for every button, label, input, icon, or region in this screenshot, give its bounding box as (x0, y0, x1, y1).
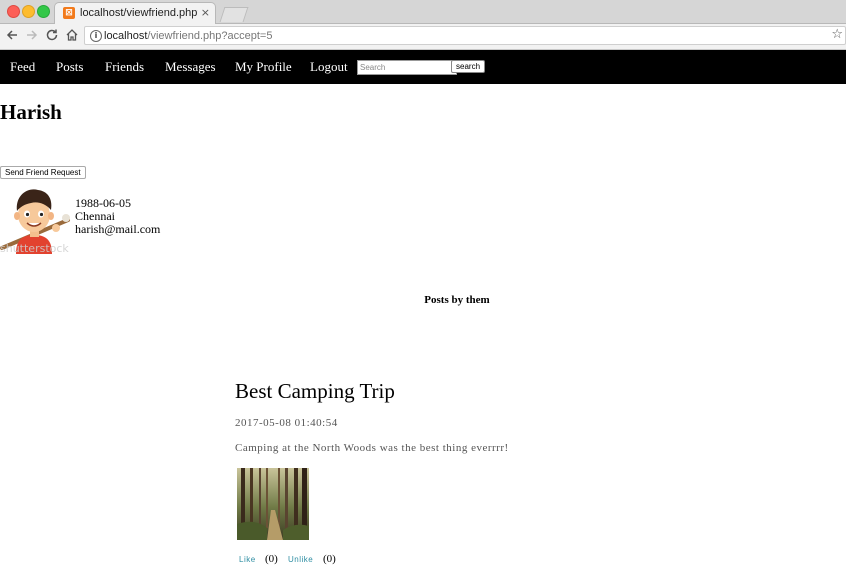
avatar: shutterstock (0, 189, 70, 254)
nav-my-profile-link[interactable]: My Profile (235, 59, 292, 75)
maximize-window-button[interactable] (37, 5, 50, 18)
browser-tab[interactable]: ⊠ localhost/viewfriend.php?accept=5 × (54, 2, 216, 24)
browser-tab-bar: ⊠ localhost/viewfriend.php?accept=5 × (0, 0, 846, 24)
nav-posts-link[interactable]: Posts (56, 59, 83, 75)
favicon-icon: ⊠ (63, 7, 75, 19)
post-title: Best Camping Trip (235, 379, 395, 403)
minimize-window-button[interactable] (22, 5, 35, 18)
forward-icon[interactable] (25, 28, 39, 46)
close-window-button[interactable] (7, 5, 20, 18)
back-icon[interactable] (5, 28, 19, 46)
site-navbar: Feed Posts Friends Messages My Profile L… (0, 50, 846, 84)
send-friend-request-button[interactable]: Send Friend Request (0, 166, 86, 179)
address-url: localhost/viewfriend.php?accept=5 (104, 30, 273, 42)
info-icon[interactable]: i (90, 30, 102, 42)
like-link[interactable]: Like (239, 554, 256, 565)
star-icon[interactable]: ☆ (831, 27, 843, 43)
unlike-count: (0) (323, 553, 336, 565)
avatar-watermark: shutterstock (0, 242, 69, 254)
nav-feed-link[interactable]: Feed (10, 59, 35, 75)
profile-email: harish@mail.com (75, 222, 161, 236)
like-count: (0) (265, 553, 278, 565)
profile-info: 1988-06-05 Chennai harish@mail.com (75, 197, 160, 236)
post-image (237, 468, 309, 540)
reload-icon[interactable] (45, 28, 59, 46)
search-button[interactable]: search (451, 60, 486, 73)
posts-section-title: Posts by them (424, 294, 490, 306)
post-text: Camping at the North Woods was the best … (235, 442, 509, 454)
post-date: 2017-05-08 01:40:54 (235, 417, 338, 429)
search-input[interactable] (357, 60, 457, 75)
new-tab-button[interactable] (219, 7, 249, 22)
home-icon[interactable] (65, 28, 79, 46)
tab-title: localhost/viewfriend.php?accept=5 (80, 7, 198, 19)
unlike-link[interactable]: Unlike (288, 554, 313, 565)
nav-logout-link[interactable]: Logout (310, 59, 348, 75)
profile-name: Harish (0, 100, 62, 124)
browser-toolbar: i localhost/viewfriend.php?accept=5 ☆ (0, 24, 846, 50)
nav-friends-link[interactable]: Friends (105, 59, 144, 75)
nav-messages-link[interactable]: Messages (165, 59, 216, 75)
address-bar[interactable]: i localhost/viewfriend.php?accept=5 ☆ (84, 26, 846, 45)
tab-close-icon[interactable]: × (201, 6, 210, 20)
